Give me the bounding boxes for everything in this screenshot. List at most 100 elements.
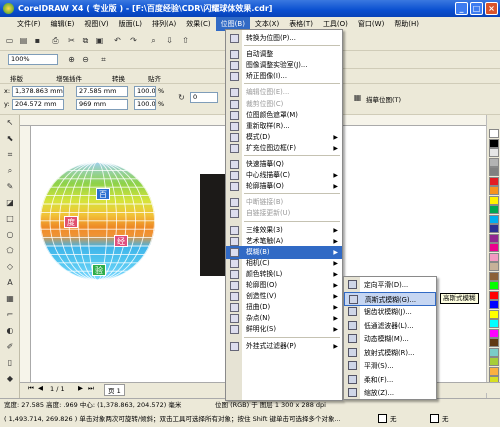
paste-icon[interactable]: ▣ [94, 35, 105, 46]
first-page-icon[interactable]: ⏮ [28, 384, 34, 393]
bitmap-menu-item[interactable]: 矫正图像(I)... [226, 70, 342, 83]
zoom-level-select[interactable]: 100% [8, 54, 58, 65]
open-icon[interactable]: ▤ [18, 35, 29, 46]
color-swatch[interactable] [489, 328, 499, 338]
page-tab[interactable]: 页 1 [104, 384, 125, 396]
scale-width-field[interactable]: 100.0 [134, 86, 156, 97]
redo-icon[interactable]: ↷ [128, 35, 139, 46]
pick-tool-icon[interactable]: ↖ [4, 117, 16, 129]
new-document-icon[interactable]: ▭ [4, 35, 15, 46]
zoom-in-icon[interactable]: ⊕ [66, 54, 77, 65]
plugin-layout-button[interactable]: 排版 [10, 73, 23, 83]
basic-shapes-icon[interactable]: ◇ [4, 261, 16, 273]
outline-tool-icon[interactable]: ▯ [4, 357, 16, 369]
eyedropper-icon[interactable]: ✐ [4, 341, 16, 353]
color-swatch[interactable] [489, 366, 499, 376]
color-swatch[interactable] [489, 338, 499, 347]
blur-submenu-item[interactable]: 定向平滑(D)... [344, 278, 436, 292]
blur-submenu-item[interactable]: 高斯式模糊(G)... [344, 291, 436, 306]
blur-submenu-item[interactable]: 动态模糊(M)... [344, 332, 436, 346]
interactive-blend-icon[interactable]: ◐ [4, 325, 16, 337]
zoom-out-icon[interactable]: ⊖ [80, 54, 91, 65]
table-tool-icon[interactable]: ▦ [4, 293, 16, 305]
crop-tool-icon[interactable]: ⌗ [4, 149, 16, 161]
trace-bitmap-button[interactable]: 描摹位图(T) [366, 94, 401, 104]
blur-submenu-item[interactable]: 低通滤波器(L)... [344, 319, 436, 333]
color-swatch[interactable] [489, 167, 499, 176]
menu-arrange[interactable]: 排列(A) [147, 17, 181, 31]
rotation-angle-field[interactable]: 0 [190, 92, 218, 103]
menu-help[interactable]: 帮助(H) [389, 17, 424, 31]
color-swatch[interactable] [489, 205, 499, 214]
blur-submenu-item[interactable]: 柔和(F)... [344, 373, 436, 387]
color-swatch[interactable] [489, 347, 499, 357]
blur-submenu-item[interactable]: 放射式模糊(R)... [344, 346, 436, 360]
polygon-tool-icon[interactable]: ⬠ [4, 245, 16, 257]
last-page-icon[interactable]: ⏭ [88, 384, 94, 393]
color-swatch[interactable] [489, 252, 499, 262]
menu-layout[interactable]: 版面(L) [114, 17, 147, 31]
text-tool-icon[interactable]: A [4, 277, 16, 289]
color-swatch[interactable] [489, 271, 499, 281]
export-icon[interactable]: ⇧ [180, 35, 191, 46]
blur-submenu-item[interactable]: 平滑(S)... [344, 359, 436, 373]
ellipse-tool-icon[interactable]: ○ [4, 229, 16, 241]
import-icon[interactable]: ⇩ [164, 35, 175, 46]
maximize-button[interactable]: □ [470, 2, 483, 15]
color-swatch[interactable] [489, 357, 499, 366]
color-swatch[interactable] [489, 138, 499, 148]
menu-file[interactable]: 文件(F) [12, 17, 46, 31]
glowing-sphere[interactable]: 百 度 经 验 [40, 162, 155, 280]
blur-submenu-item[interactable]: 锯齿状模糊(J)... [344, 305, 436, 319]
undo-icon[interactable]: ↶ [112, 35, 123, 46]
plugin-enhance-button[interactable]: 增强插件 [56, 73, 82, 83]
zoom-tool-icon[interactable]: ⌕ [4, 165, 16, 177]
plugin-snap-button[interactable]: 贴齐 [148, 73, 161, 83]
selected-bitmap-object[interactable] [200, 174, 226, 276]
bitmap-menu-item[interactable]: 转换为位图(P)... [226, 32, 342, 45]
color-swatch[interactable] [489, 176, 499, 186]
connector-tool-icon[interactable]: ⌐ [4, 309, 16, 321]
bitmap-menu-item[interactable]: 外挂式过滤器(P) ▶ [226, 340, 342, 353]
rectangle-tool-icon[interactable]: □ [4, 213, 16, 225]
plugin-convert-button[interactable]: 转换 [112, 73, 125, 83]
y-position-field[interactable]: 204.572 mm [12, 99, 64, 110]
menu-view[interactable]: 视图(V) [79, 17, 113, 31]
color-swatch[interactable] [489, 186, 499, 195]
smart-fill-icon[interactable]: ◪ [4, 197, 16, 209]
color-swatch[interactable] [489, 319, 499, 328]
scale-height-field[interactable]: 100.0 [134, 99, 156, 110]
shape-tool-icon[interactable]: ⬉ [4, 133, 16, 145]
color-swatch[interactable] [489, 224, 499, 233]
freehand-tool-icon[interactable]: ✎ [4, 181, 16, 193]
blur-submenu-item[interactable]: 缩放(Z)... [344, 386, 436, 400]
color-swatch[interactable] [489, 281, 499, 290]
search-icon[interactable]: ⌕ [148, 35, 159, 46]
color-swatch[interactable] [489, 290, 499, 300]
color-swatch[interactable] [489, 262, 499, 271]
menu-window[interactable]: 窗口(W) [353, 17, 389, 31]
copy-icon[interactable]: ⧉ [80, 35, 91, 46]
x-position-field[interactable]: 1,378.863 mm [12, 86, 64, 97]
color-swatch[interactable] [489, 148, 499, 157]
menu-effects[interactable]: 效果(C) [181, 17, 215, 31]
menu-edit[interactable]: 编辑(E) [46, 17, 80, 31]
snap-icon[interactable]: ⌗ [98, 54, 109, 65]
width-field[interactable]: 27.585 mm [76, 86, 128, 97]
bitmap-menu-item[interactable]: 轮廓描摹(O) ▶ [226, 180, 342, 193]
color-swatch[interactable] [489, 214, 499, 224]
color-swatch[interactable] [489, 243, 499, 252]
prev-page-icon[interactable]: ◀ [38, 384, 43, 392]
save-icon[interactable]: ▪ [32, 35, 43, 46]
fill-tool-icon[interactable]: ◆ [4, 373, 16, 385]
color-swatch[interactable] [489, 129, 499, 138]
color-swatch[interactable] [489, 300, 499, 309]
color-swatch[interactable] [489, 233, 499, 243]
color-swatch[interactable] [489, 157, 499, 167]
bitmap-menu-item[interactable]: 扩充位图边框(F) ▶ [226, 142, 342, 155]
close-button[interactable]: × [485, 2, 498, 15]
print-icon[interactable]: ⎙ [50, 35, 61, 46]
bitmap-menu-item[interactable]: 鲜明化(S) ▶ [226, 323, 342, 336]
vertical-ruler[interactable] [20, 126, 31, 382]
cut-icon[interactable]: ✂ [66, 35, 77, 46]
